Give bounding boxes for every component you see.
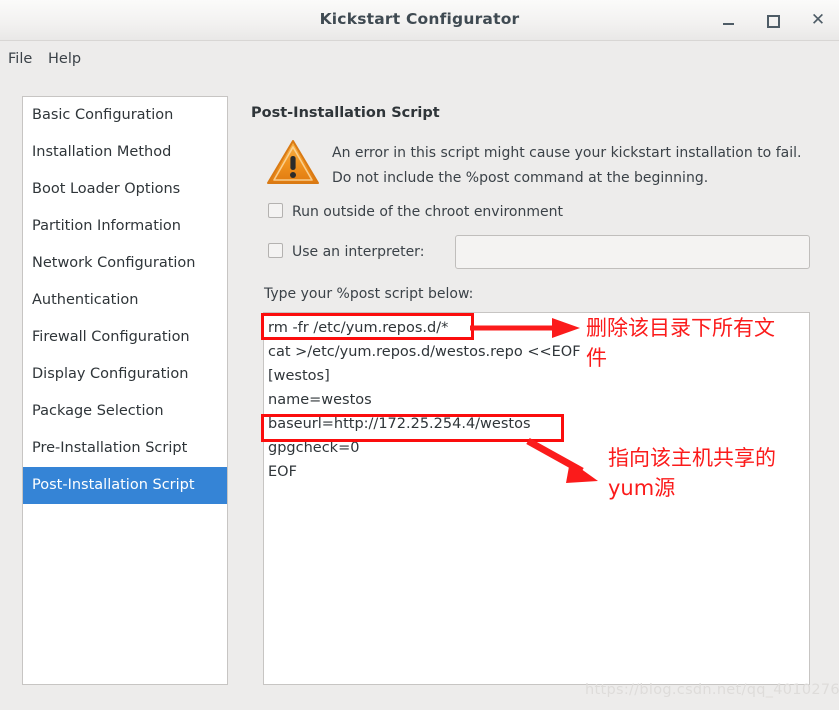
sidebar-item[interactable]: Partition Information <box>23 208 227 245</box>
sidebar-item[interactable]: Basic Configuration <box>23 97 227 134</box>
sidebar-item[interactable]: Package Selection <box>23 393 227 430</box>
script-label: Type your %post script below: <box>264 286 474 302</box>
sidebar-item[interactable]: Authentication <box>23 282 227 319</box>
warning-message: An error in this script might cause your… <box>332 145 802 186</box>
sidebar-item[interactable]: Pre-Installation Script <box>23 430 227 467</box>
arrow-down-right-icon <box>524 437 610 493</box>
chroot-checkbox-row[interactable]: Run outside of the chroot environment <box>268 203 563 220</box>
sidebar-item[interactable]: Post-Installation Script <box>23 467 227 504</box>
script-line: baseurl=http://172.25.254.4/westos <box>268 416 531 432</box>
script-line: EOF <box>268 464 297 480</box>
interpreter-input[interactable] <box>455 235 810 269</box>
script-line: gpgcheck=0 <box>268 440 360 456</box>
minimize-button[interactable] <box>715 8 741 32</box>
chroot-checkbox-label: Run outside of the chroot environment <box>292 204 563 220</box>
menu-item-file[interactable]: File <box>8 51 32 67</box>
annotation-text-1: 删除该目录下所有文 件 <box>586 316 775 370</box>
script-line: rm -fr /etc/yum.repos.d/* <box>268 320 449 336</box>
chroot-checkbox[interactable] <box>268 203 283 218</box>
script-line: [westos] <box>268 368 330 384</box>
sidebar-item[interactable]: Display Configuration <box>23 356 227 393</box>
sidebar-item[interactable]: Network Configuration <box>23 245 227 282</box>
script-line: name=westos <box>268 392 372 408</box>
maximize-icon <box>766 15 780 28</box>
minimize-icon <box>722 23 734 25</box>
arrow-right-icon <box>470 315 582 345</box>
menu-item-help[interactable]: Help <box>48 51 81 67</box>
sidebar-list: Basic Configuration Installation Method Bo… <box>22 96 228 685</box>
interpreter-checkbox-label: Use an interpreter: <box>292 244 425 260</box>
interpreter-checkbox-row[interactable]: Use an interpreter: <box>268 243 424 260</box>
page-title: Post-Installation Script <box>251 105 440 121</box>
interpreter-checkbox[interactable] <box>268 243 283 258</box>
close-icon: ✕ <box>810 10 826 30</box>
menubar: File Help <box>0 41 839 81</box>
window-titlebar: Kickstart Configurator ✕ <box>0 0 839 41</box>
sidebar-item[interactable]: Boot Loader Options <box>23 171 227 208</box>
sidebar-item[interactable]: Installation Method <box>23 134 227 171</box>
window-title: Kickstart Configurator <box>319 10 520 28</box>
sidebar-item[interactable]: Firewall Configuration <box>23 319 227 356</box>
close-button[interactable]: ✕ <box>805 8 831 32</box>
annotation-text-2: 指向该主机共享的 yum源 <box>608 446 776 500</box>
warning-triangle-icon <box>266 138 320 186</box>
maximize-button[interactable] <box>760 8 786 32</box>
